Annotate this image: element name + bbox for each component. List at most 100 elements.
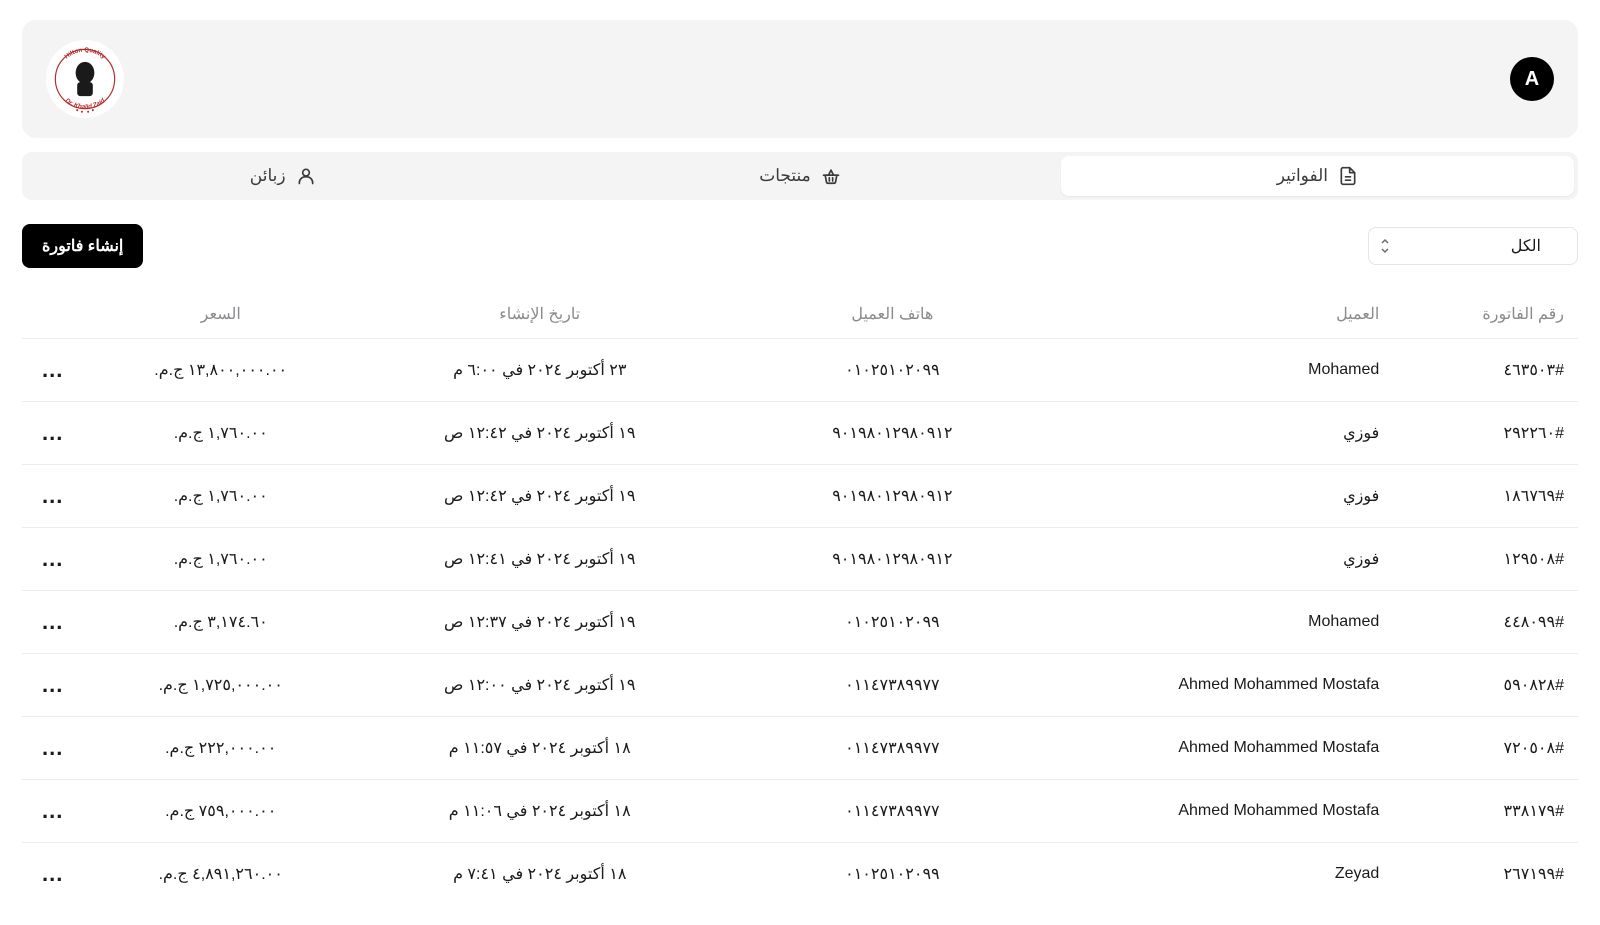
cell-phone: ٠١١٤٧٣٨٩٩٧٧ bbox=[724, 738, 1060, 758]
cell-created: ١٩ أكتوبر ٢٠٢٤ في ١٢:٤٢ ص bbox=[355, 423, 724, 443]
table-row[interactable]: #٣٣٨١٧٩Ahmed Mohammed Mostafa٠١١٤٧٣٨٩٩٧٧… bbox=[22, 779, 1578, 842]
cell-price: ٢٢٢,٠٠٠.٠٠ ج.م.‏ bbox=[86, 738, 355, 758]
cell-invoice: #٣٣٨١٧٩ bbox=[1379, 801, 1564, 821]
cell-phone: ٠١١٤٧٣٨٩٩٧٧ bbox=[724, 801, 1060, 821]
cell-customer: Ahmed Mohammed Mostafa bbox=[1060, 739, 1379, 757]
create-invoice-button[interactable]: إنشاء فاتورة bbox=[22, 224, 143, 268]
tab-products-label: منتجات bbox=[759, 166, 811, 186]
cell-price: ١,٧٦٠.٠٠ ج.م.‏ bbox=[86, 423, 355, 443]
row-more-button[interactable]: ... bbox=[36, 672, 69, 697]
svg-text:Hilton Quality: Hilton Quality bbox=[63, 47, 107, 61]
cell-customer: Ahmed Mohammed Mostafa bbox=[1060, 676, 1379, 694]
table-row[interactable]: #١٢٩٥٠٨فوزي٩٠١٩٨٠١٢٩٨٠٩١٢١٩ أكتوبر ٢٠٢٤ … bbox=[22, 527, 1578, 590]
brand-logo: Hilton Quality Dr. Khalid Zaid bbox=[46, 40, 124, 118]
cell-phone: ٩٠١٩٨٠١٢٩٨٠٩١٢ bbox=[724, 423, 1060, 443]
tab-customers[interactable]: زبائن bbox=[26, 156, 539, 196]
header-price: السعر bbox=[86, 304, 355, 324]
cell-invoice: #٢٦٧١٩٩ bbox=[1379, 864, 1564, 884]
cell-customer: Zeyad bbox=[1060, 865, 1379, 883]
row-more-button[interactable]: ... bbox=[36, 357, 69, 382]
cell-phone: ٠١٠٢٥١٠٢٠٩٩ bbox=[724, 612, 1060, 632]
row-more-button[interactable]: ... bbox=[36, 609, 69, 634]
cell-actions: ... bbox=[36, 735, 86, 761]
cell-phone: ٠١٠٢٥١٠٢٠٩٩ bbox=[724, 360, 1060, 380]
basket-icon bbox=[821, 166, 841, 186]
row-more-button[interactable]: ... bbox=[36, 798, 69, 823]
cell-price: ١٣,٨٠٠,٠٠٠.٠٠ ج.م.‏ bbox=[86, 360, 355, 380]
tab-invoices[interactable]: الفواتير bbox=[1061, 156, 1574, 196]
row-more-button[interactable]: ... bbox=[36, 420, 69, 445]
avatar[interactable]: A bbox=[1510, 57, 1554, 101]
cell-invoice: #٧٢٠٥٠٨ bbox=[1379, 738, 1564, 758]
tab-products[interactable]: منتجات bbox=[543, 156, 1056, 196]
table-row[interactable]: #٤٦٣٥٠٣Mohamed٠١٠٢٥١٠٢٠٩٩٢٣ أكتوبر ٢٠٢٤ … bbox=[22, 338, 1578, 401]
table-header-row: رقم الفاتورة العميل هاتف العميل تاريخ ال… bbox=[22, 290, 1578, 338]
header-created: تاريخ الإنشاء bbox=[355, 304, 724, 324]
svg-text:Dr. Khalid Zaid: Dr. Khalid Zaid bbox=[64, 97, 107, 111]
cell-price: ٣,١٧٤.٦٠ ج.م.‏ bbox=[86, 612, 355, 632]
cell-created: ١٩ أكتوبر ٢٠٢٤ في ١٢:٤١ ص bbox=[355, 549, 724, 569]
cell-created: ١٨ أكتوبر ٢٠٢٤ في ٧:٤١ م bbox=[355, 864, 724, 884]
cell-created: ٢٣ أكتوبر ٢٠٢٤ في ٦:٠٠ م bbox=[355, 360, 724, 380]
cell-price: ٤,٨٩١,٢٦٠.٠٠ ج.م.‏ bbox=[86, 864, 355, 884]
cell-actions: ... bbox=[36, 483, 86, 509]
row-more-button[interactable]: ... bbox=[36, 861, 69, 886]
cell-invoice: #٢٩٢٢٦٠ bbox=[1379, 423, 1564, 443]
toolbar: الكل إنشاء فاتورة bbox=[22, 224, 1578, 268]
cell-price: ٧٥٩,٠٠٠.٠٠ ج.م.‏ bbox=[86, 801, 355, 821]
cell-phone: ٠١٠٢٥١٠٢٠٩٩ bbox=[724, 864, 1060, 884]
header-invoice: رقم الفاتورة bbox=[1379, 304, 1564, 324]
cell-customer: فوزي bbox=[1060, 486, 1379, 506]
cell-actions: ... bbox=[36, 357, 86, 383]
table-row[interactable]: #٥٩٠٨٢٨Ahmed Mohammed Mostafa٠١١٤٧٣٨٩٩٧٧… bbox=[22, 653, 1578, 716]
cell-customer: Mohamed bbox=[1060, 613, 1379, 631]
header-bar: A Hilton Quality Dr. Khalid Zaid bbox=[22, 20, 1578, 138]
avatar-letter: A bbox=[1525, 68, 1539, 91]
cell-price: ١,٧٦٠.٠٠ ج.م.‏ bbox=[86, 486, 355, 506]
cell-customer: Mohamed bbox=[1060, 361, 1379, 379]
row-more-button[interactable]: ... bbox=[36, 735, 69, 760]
cell-created: ١٨ أكتوبر ٢٠٢٤ في ١١:٠٦ م bbox=[355, 801, 724, 821]
cell-invoice: #٤٤٨٠٩٩ bbox=[1379, 612, 1564, 632]
nav-tabs: الفواتير منتجات زبائن bbox=[22, 152, 1578, 200]
filter-selected-value: الكل bbox=[1511, 238, 1541, 255]
header-customer: العميل bbox=[1060, 304, 1379, 324]
cell-created: ١٩ أكتوبر ٢٠٢٤ في ١٢:٣٧ ص bbox=[355, 612, 724, 632]
cell-invoice: #١٨٦٧٦٩ bbox=[1379, 486, 1564, 506]
cell-phone: ٩٠١٩٨٠١٢٩٨٠٩١٢ bbox=[724, 549, 1060, 569]
cell-customer: فوزي bbox=[1060, 549, 1379, 569]
table-row[interactable]: #٢٩٢٢٦٠فوزي٩٠١٩٨٠١٢٩٨٠٩١٢١٩ أكتوبر ٢٠٢٤ … bbox=[22, 401, 1578, 464]
cell-actions: ... bbox=[36, 798, 86, 824]
tab-invoices-label: الفواتير bbox=[1277, 166, 1328, 186]
cell-invoice: #٥٩٠٨٢٨ bbox=[1379, 675, 1564, 695]
cell-invoice: #١٢٩٥٠٨ bbox=[1379, 549, 1564, 569]
user-icon bbox=[296, 166, 316, 186]
cell-created: ١٨ أكتوبر ٢٠٢٤ في ١١:٥٧ م bbox=[355, 738, 724, 758]
row-more-button[interactable]: ... bbox=[36, 483, 69, 508]
cell-customer: Ahmed Mohammed Mostafa bbox=[1060, 802, 1379, 820]
cell-phone: ٩٠١٩٨٠١٢٩٨٠٩١٢ bbox=[724, 486, 1060, 506]
row-more-button[interactable]: ... bbox=[36, 546, 69, 571]
cell-actions: ... bbox=[36, 420, 86, 446]
table-row[interactable]: #١٨٦٧٦٩فوزي٩٠١٩٨٠١٢٩٨٠٩١٢١٩ أكتوبر ٢٠٢٤ … bbox=[22, 464, 1578, 527]
document-icon bbox=[1338, 166, 1358, 186]
cell-price: ١,٧٦٠.٠٠ ج.م.‏ bbox=[86, 549, 355, 569]
cell-created: ١٩ أكتوبر ٢٠٢٤ في ١٢:٤٢ ص bbox=[355, 486, 724, 506]
filter-select[interactable]: الكل bbox=[1368, 227, 1578, 265]
header-phone: هاتف العميل bbox=[724, 304, 1060, 324]
cell-customer: فوزي bbox=[1060, 423, 1379, 443]
cell-actions: ... bbox=[36, 672, 86, 698]
invoices-table: رقم الفاتورة العميل هاتف العميل تاريخ ال… bbox=[22, 290, 1578, 905]
cell-actions: ... bbox=[36, 546, 86, 572]
table-row[interactable]: #٤٤٨٠٩٩Mohamed٠١٠٢٥١٠٢٠٩٩١٩ أكتوبر ٢٠٢٤ … bbox=[22, 590, 1578, 653]
select-chevrons-icon bbox=[1379, 238, 1391, 254]
table-row[interactable]: #٢٦٧١٩٩Zeyad٠١٠٢٥١٠٢٠٩٩١٨ أكتوبر ٢٠٢٤ في… bbox=[22, 842, 1578, 905]
cell-invoice: #٤٦٣٥٠٣ bbox=[1379, 360, 1564, 380]
create-invoice-label: إنشاء فاتورة bbox=[42, 238, 123, 255]
cell-phone: ٠١١٤٧٣٨٩٩٧٧ bbox=[724, 675, 1060, 695]
cell-actions: ... bbox=[36, 861, 86, 887]
table-row[interactable]: #٧٢٠٥٠٨Ahmed Mohammed Mostafa٠١١٤٧٣٨٩٩٧٧… bbox=[22, 716, 1578, 779]
cell-created: ١٩ أكتوبر ٢٠٢٤ في ١٢:٠٠ ص bbox=[355, 675, 724, 695]
tab-customers-label: زبائن bbox=[250, 166, 286, 186]
cell-price: ١,٧٢٥,٠٠٠.٠٠ ج.م.‏ bbox=[86, 675, 355, 695]
